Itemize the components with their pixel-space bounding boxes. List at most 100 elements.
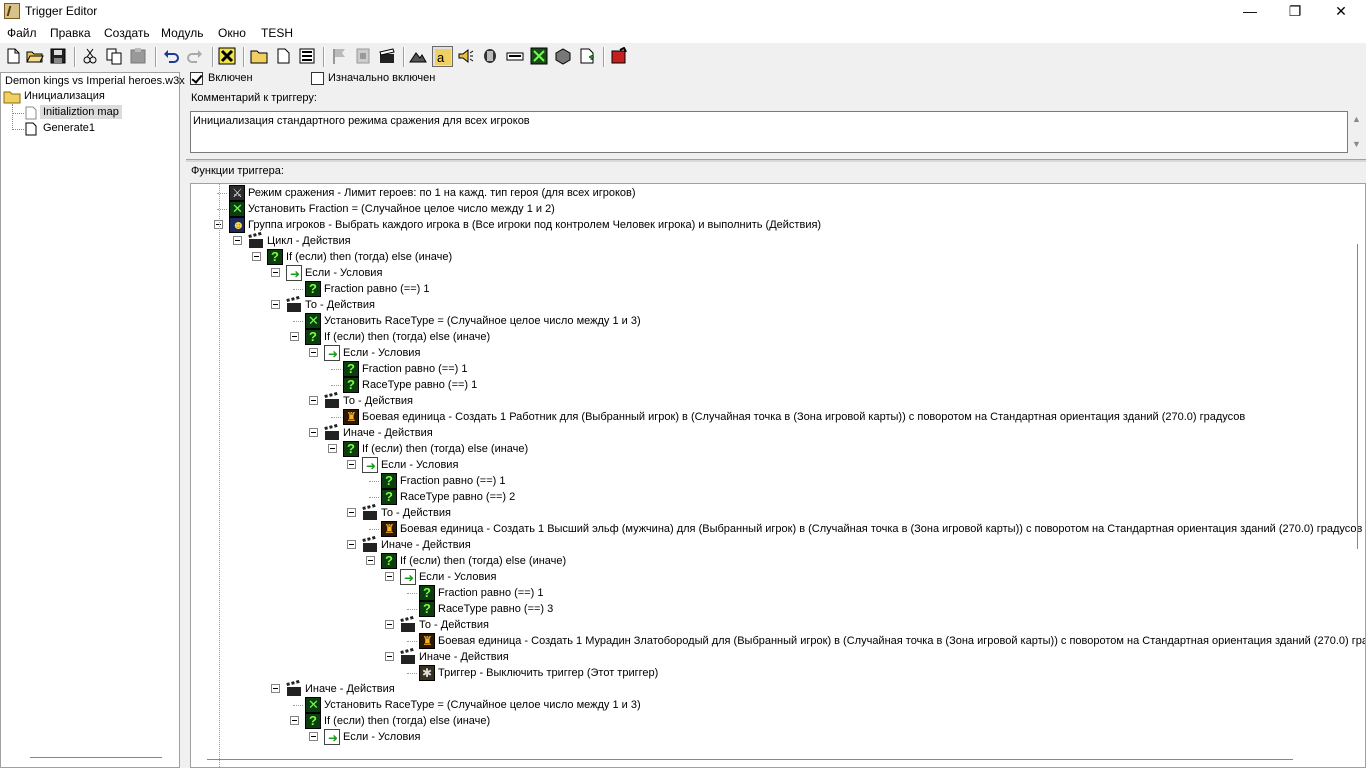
new-comment-icon[interactable] [297,46,318,67]
test-map-icon[interactable] [609,46,630,67]
sound-editor-icon[interactable] [456,46,477,67]
category-initialization[interactable]: Инициализация [24,90,105,102]
tree-row-label: Fraction равно (==) 1 [324,283,430,295]
functions-label: Функции триггера: [191,165,284,177]
paste-icon[interactable] [128,46,149,67]
toolbar-separator [403,47,405,67]
cut-icon[interactable] [80,46,101,67]
undo-icon[interactable] [161,46,182,67]
save-icon[interactable] [48,46,69,67]
copy-icon[interactable] [104,46,125,67]
tree-connector [369,529,379,530]
tree-connector [293,289,303,290]
collapse-toggle[interactable] [385,572,394,581]
tree-row-label: Fraction равно (==) 1 [438,587,544,599]
tree-row-label: Боевая единица - Создать 1 Высший эльф (… [400,523,1363,535]
tree-row-label: Иначе - Действия [305,683,395,695]
toolbar-separator [243,47,245,67]
delete-icon[interactable] [217,46,238,67]
close-button[interactable]: ✕ [1318,0,1364,23]
collapse-toggle[interactable] [271,300,280,309]
enabled-label: Включен [208,72,253,84]
collapse-toggle[interactable] [271,268,280,277]
collapse-toggle[interactable] [347,460,356,469]
collapse-toggle[interactable] [271,684,280,693]
tree-row-label: Если - Условия [381,459,459,471]
tree-row-label: Иначе - Действия [343,427,433,439]
tree-row-label: Fraction равно (==) 1 [362,363,468,375]
menu-window[interactable]: Окно [218,26,246,40]
set-variable-icon [229,201,245,217]
collapse-toggle[interactable] [290,716,299,725]
ai-editor-icon[interactable] [529,46,550,67]
tree-row-label: Установить RaceType = (Случайное целое ч… [324,699,641,711]
condition-question-icon [419,585,435,601]
tree-horizontal-scrollbar[interactable] [207,759,1293,760]
new-trigger-icon[interactable] [273,46,294,67]
object-editor-icon[interactable] [480,46,501,67]
toolbar-separator [74,47,76,67]
trigger-list-panel: Demon kings vs Imperial heroes.w3x Иници… [0,72,185,768]
menu-edit[interactable]: Правка [50,26,91,40]
menu-file[interactable]: Файл [7,26,37,40]
import-manager-icon[interactable] [577,46,598,67]
set-variable-icon [305,313,321,329]
terrain-editor-icon[interactable] [408,46,429,67]
left-horizontal-scrollbar[interactable] [30,757,162,758]
condition-question-icon [419,601,435,617]
map-name[interactable]: Demon kings vs Imperial heroes.w3x [5,75,185,87]
comment-textarea[interactable]: Инициализация стандартного режима сражен… [190,111,1348,153]
title-bar: Trigger Editor — ❐ ✕ [0,0,1366,23]
new-category-icon[interactable] [249,46,270,67]
collapse-toggle[interactable] [290,332,299,341]
new-event-icon[interactable] [329,46,350,67]
collapse-toggle[interactable] [385,652,394,661]
trigger-item-generate1[interactable]: Generate1 [43,122,95,134]
collapse-toggle[interactable] [309,428,318,437]
tree-row-label: То - Действия [381,507,451,519]
redo-icon[interactable] [185,46,206,67]
object-manager-icon[interactable] [553,46,574,67]
tree-row-label: Режим сражения - Лимит героев: по 1 на к… [248,187,636,199]
maximize-button[interactable]: ❐ [1272,0,1318,23]
collapse-toggle[interactable] [233,236,242,245]
panel-splitter[interactable] [186,159,1366,162]
melee-icon [229,185,245,201]
tree-row-label: То - Действия [343,395,413,407]
collapse-toggle[interactable] [309,348,318,357]
scroll-down-icon[interactable]: ▼ [1352,139,1361,149]
collapse-toggle[interactable] [309,732,318,741]
toolbar-separator [155,47,157,67]
trigger-editor-icon[interactable]: a [432,46,453,67]
minimize-button[interactable]: — [1227,0,1273,23]
enabled-checkbox[interactable] [190,72,203,85]
tree-row-label: If (если) then (тогда) else (иначе) [362,443,529,455]
tree-vertical-scrollbar[interactable] [1357,244,1358,549]
initially-on-checkbox[interactable] [311,72,324,85]
tree-connector [407,641,417,642]
open-icon[interactable] [25,46,46,67]
scroll-up-icon[interactable]: ▲ [1352,114,1361,124]
campaign-editor-icon[interactable] [505,46,526,67]
collapse-toggle[interactable] [309,396,318,405]
new-condition-icon[interactable] [353,46,374,67]
menu-create[interactable]: Создать [104,26,150,40]
menu-module[interactable]: Модуль [161,26,204,40]
initially-on-label: Изначально включен [328,72,436,84]
actions-clapper-icon [400,649,416,665]
collapse-toggle[interactable] [366,556,375,565]
new-icon[interactable] [3,46,24,67]
actions-clapper-icon [362,537,378,553]
unit-create-icon [343,409,359,425]
menu-tesh[interactable]: TESH [261,26,293,40]
tree-connector [407,673,417,674]
collapse-toggle[interactable] [347,540,356,549]
collapse-toggle[interactable] [252,252,261,261]
new-action-icon[interactable] [377,46,398,67]
tree-row-label: Боевая единица - Создать 1 Мурадин Злато… [438,635,1366,647]
collapse-toggle[interactable] [328,444,337,453]
collapse-toggle[interactable] [347,508,356,517]
trigger-item-initialization-map[interactable]: Initializtion map [40,105,122,119]
collapse-toggle[interactable] [385,620,394,629]
unit-create-icon [419,633,435,649]
